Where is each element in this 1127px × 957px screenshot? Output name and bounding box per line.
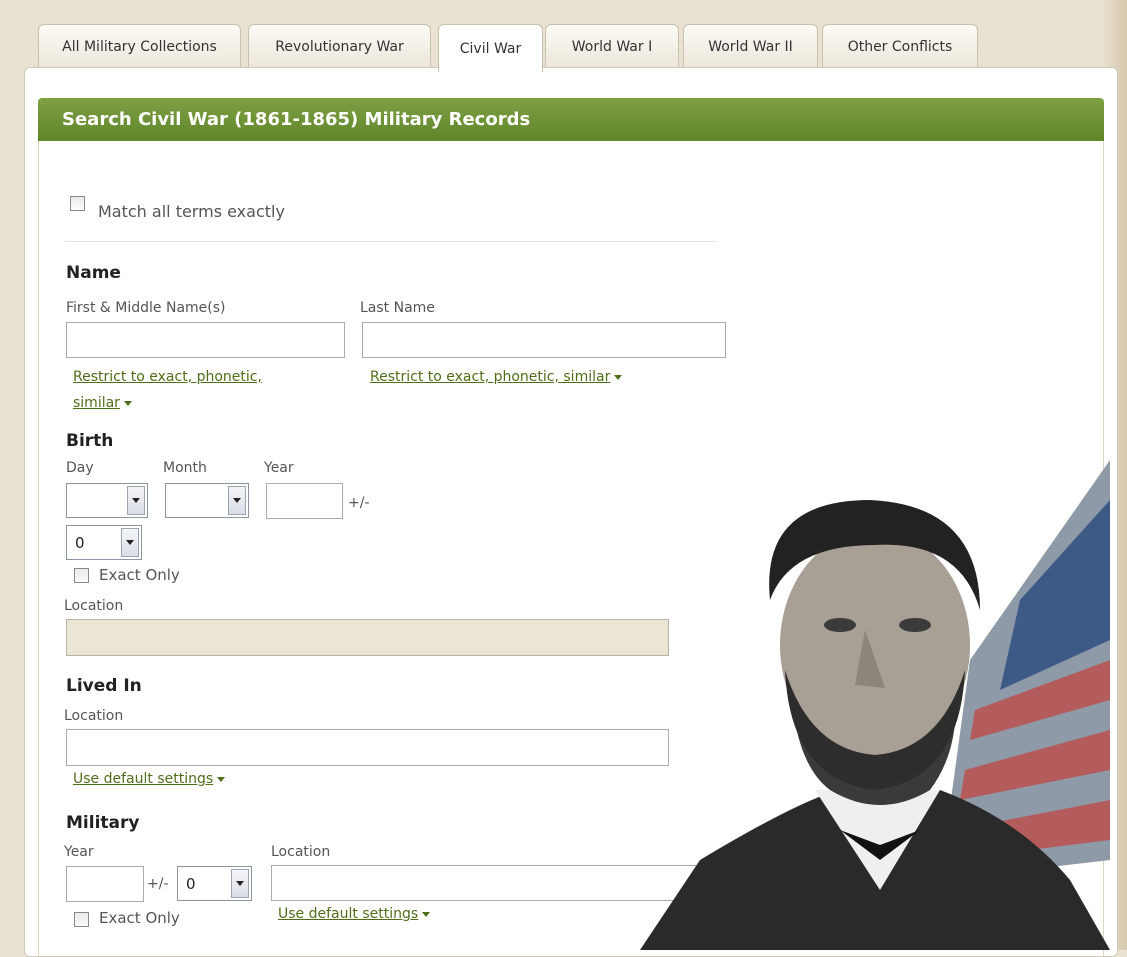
military-range-select[interactable]: 0 — [177, 866, 252, 901]
birth-month-label: Month — [163, 460, 207, 476]
birth-exact-checkbox[interactable] — [74, 568, 89, 583]
first-name-restrict-link-cont[interactable]: similar — [73, 395, 132, 411]
dropdown-arrow-icon — [121, 528, 139, 557]
lived-in-settings-link[interactable]: Use default settings — [73, 771, 226, 787]
birth-year-label: Year — [264, 460, 294, 476]
last-name-label: Last Name — [360, 300, 435, 316]
search-header: Search Civil War (1861-1865) Military Re… — [38, 98, 1104, 141]
military-settings-text: Use default settings — [278, 906, 419, 922]
search-title: Search Civil War (1861-1865) Military Re… — [62, 109, 531, 130]
military-exact-checkbox[interactable] — [74, 912, 89, 927]
first-name-restrict-text-2: similar — [73, 395, 120, 411]
tab-other-conflicts[interactable]: Other Conflicts — [822, 24, 978, 68]
lived-in-settings-text: Use default settings — [73, 771, 214, 787]
match-exact-checkbox[interactable] — [70, 196, 85, 211]
chevron-down-icon — [614, 374, 623, 380]
first-name-input[interactable] — [66, 322, 345, 358]
dropdown-arrow-icon — [228, 486, 246, 515]
chevron-down-icon — [217, 776, 226, 782]
dropdown-arrow-icon — [127, 486, 145, 515]
birth-plusminus-label: +/- — [348, 495, 370, 511]
birth-range-value: 0 — [75, 533, 85, 552]
last-name-input[interactable] — [362, 322, 726, 358]
first-name-label: First & Middle Name(s) — [66, 300, 226, 316]
name-section-title: Name — [66, 263, 121, 283]
dropdown-arrow-icon — [231, 869, 249, 898]
military-settings-link[interactable]: Use default settings — [278, 906, 431, 922]
birth-location-input[interactable] — [66, 619, 669, 656]
birth-month-select[interactable] — [165, 483, 249, 518]
military-year-input[interactable] — [66, 866, 144, 902]
military-range-value: 0 — [186, 874, 196, 893]
birth-day-label: Day — [66, 460, 94, 476]
last-name-restrict-text: Restrict to exact, phonetic, similar — [370, 369, 611, 385]
first-name-restrict-text: Restrict to exact, phonetic, — [73, 369, 262, 385]
birth-exact-label: Exact Only — [99, 566, 180, 584]
birth-range-select[interactable]: 0 — [66, 525, 142, 560]
lived-in-location-input[interactable] — [66, 729, 669, 766]
lived-in-section-title: Lived In — [66, 676, 142, 696]
last-name-restrict-link[interactable]: Restrict to exact, phonetic, similar — [370, 369, 623, 385]
birth-day-select[interactable] — [66, 483, 148, 518]
tab-revolutionary-war[interactable]: Revolutionary War — [248, 24, 431, 68]
military-plusminus-label: +/- — [147, 876, 169, 892]
first-name-restrict-link[interactable]: Restrict to exact, phonetic, — [73, 369, 262, 385]
portrait-illustration — [640, 460, 1110, 950]
birth-year-input[interactable] — [266, 483, 343, 519]
lived-in-location-label: Location — [64, 708, 124, 724]
tab-all-military-collections[interactable]: All Military Collections — [38, 24, 241, 68]
military-section-title: Military — [66, 813, 140, 833]
military-location-label: Location — [271, 844, 331, 860]
chevron-down-icon — [123, 400, 132, 406]
match-exact-label: Match all terms exactly — [98, 202, 285, 221]
divider — [65, 241, 717, 242]
chevron-down-icon — [422, 911, 431, 917]
military-exact-label: Exact Only — [99, 909, 180, 927]
tab-civil-war[interactable]: Civil War — [438, 24, 543, 72]
tab-world-war-ii[interactable]: World War II — [683, 24, 818, 68]
birth-section-title: Birth — [66, 431, 114, 451]
tab-world-war-i[interactable]: World War I — [545, 24, 679, 68]
military-year-label: Year — [64, 844, 94, 860]
birth-location-label: Location — [64, 598, 124, 614]
